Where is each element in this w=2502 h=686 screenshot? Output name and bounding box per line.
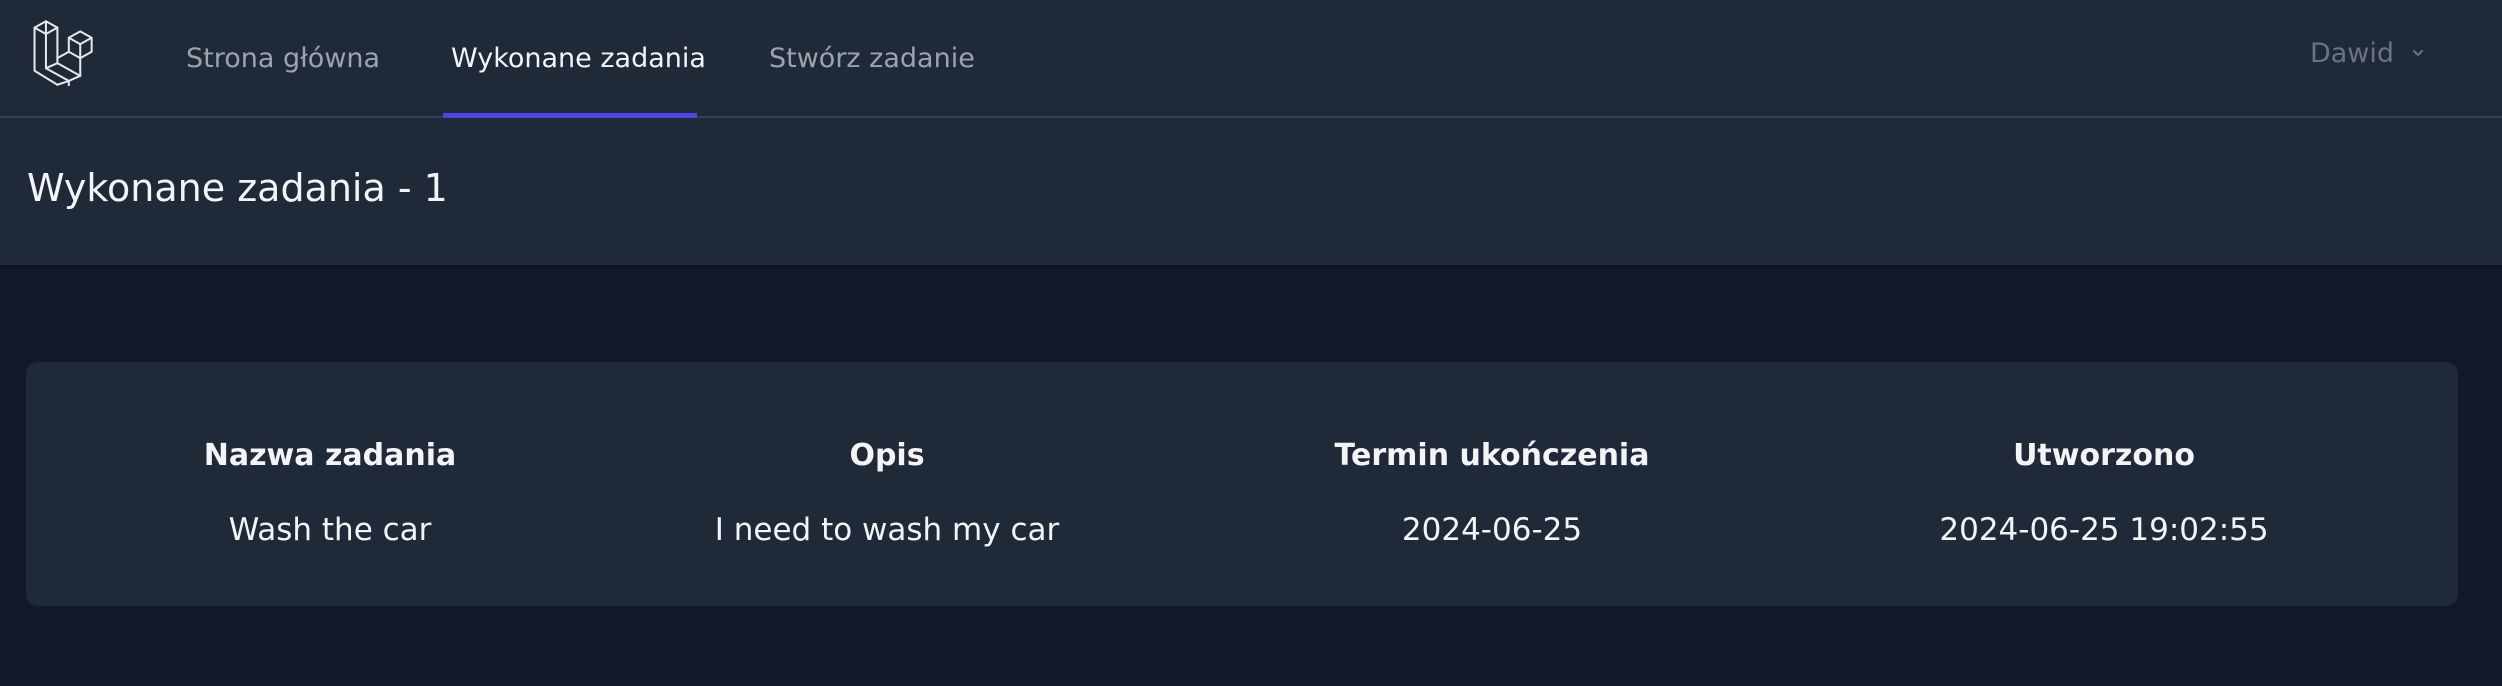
user-name: Dawid (2309, 37, 2394, 69)
column-header-task-name: Nazwa zadania (203, 438, 457, 473)
top-navbar: Strona główna Wykonane zadania Stwórz za… (0, 0, 2502, 118)
task-name-cell: Wash the car (228, 512, 432, 548)
column-header-created: Utworzono (2013, 438, 2195, 473)
page-title: Wykonane zadania - 1 (27, 166, 448, 210)
nav-link-completed-tasks[interactable]: Wykonane zadania (451, 0, 706, 116)
page-header: Wykonane zadania - 1 (0, 118, 2502, 265)
task-created-cell: 2024-06-25 19:02:55 (1939, 512, 2269, 548)
chevron-down-icon (2413, 49, 2424, 56)
tasks-table-card: Nazwa zadania Opis Termin ukończenia Utw… (26, 362, 2458, 606)
column-header-description: Opis (849, 438, 925, 473)
nav-link-home[interactable]: Strona główna (186, 0, 380, 116)
task-due-date-cell: 2024-06-25 (1401, 512, 1583, 548)
nav-link-create-task[interactable]: Stwórz zadanie (769, 0, 975, 116)
column-header-due-date: Termin ukończenia (1334, 438, 1650, 473)
laravel-logo-icon[interactable] (30, 20, 100, 86)
user-menu-dropdown[interactable]: Dawid (2310, 0, 2428, 106)
task-description-cell: I need to wash my car (714, 512, 1060, 548)
